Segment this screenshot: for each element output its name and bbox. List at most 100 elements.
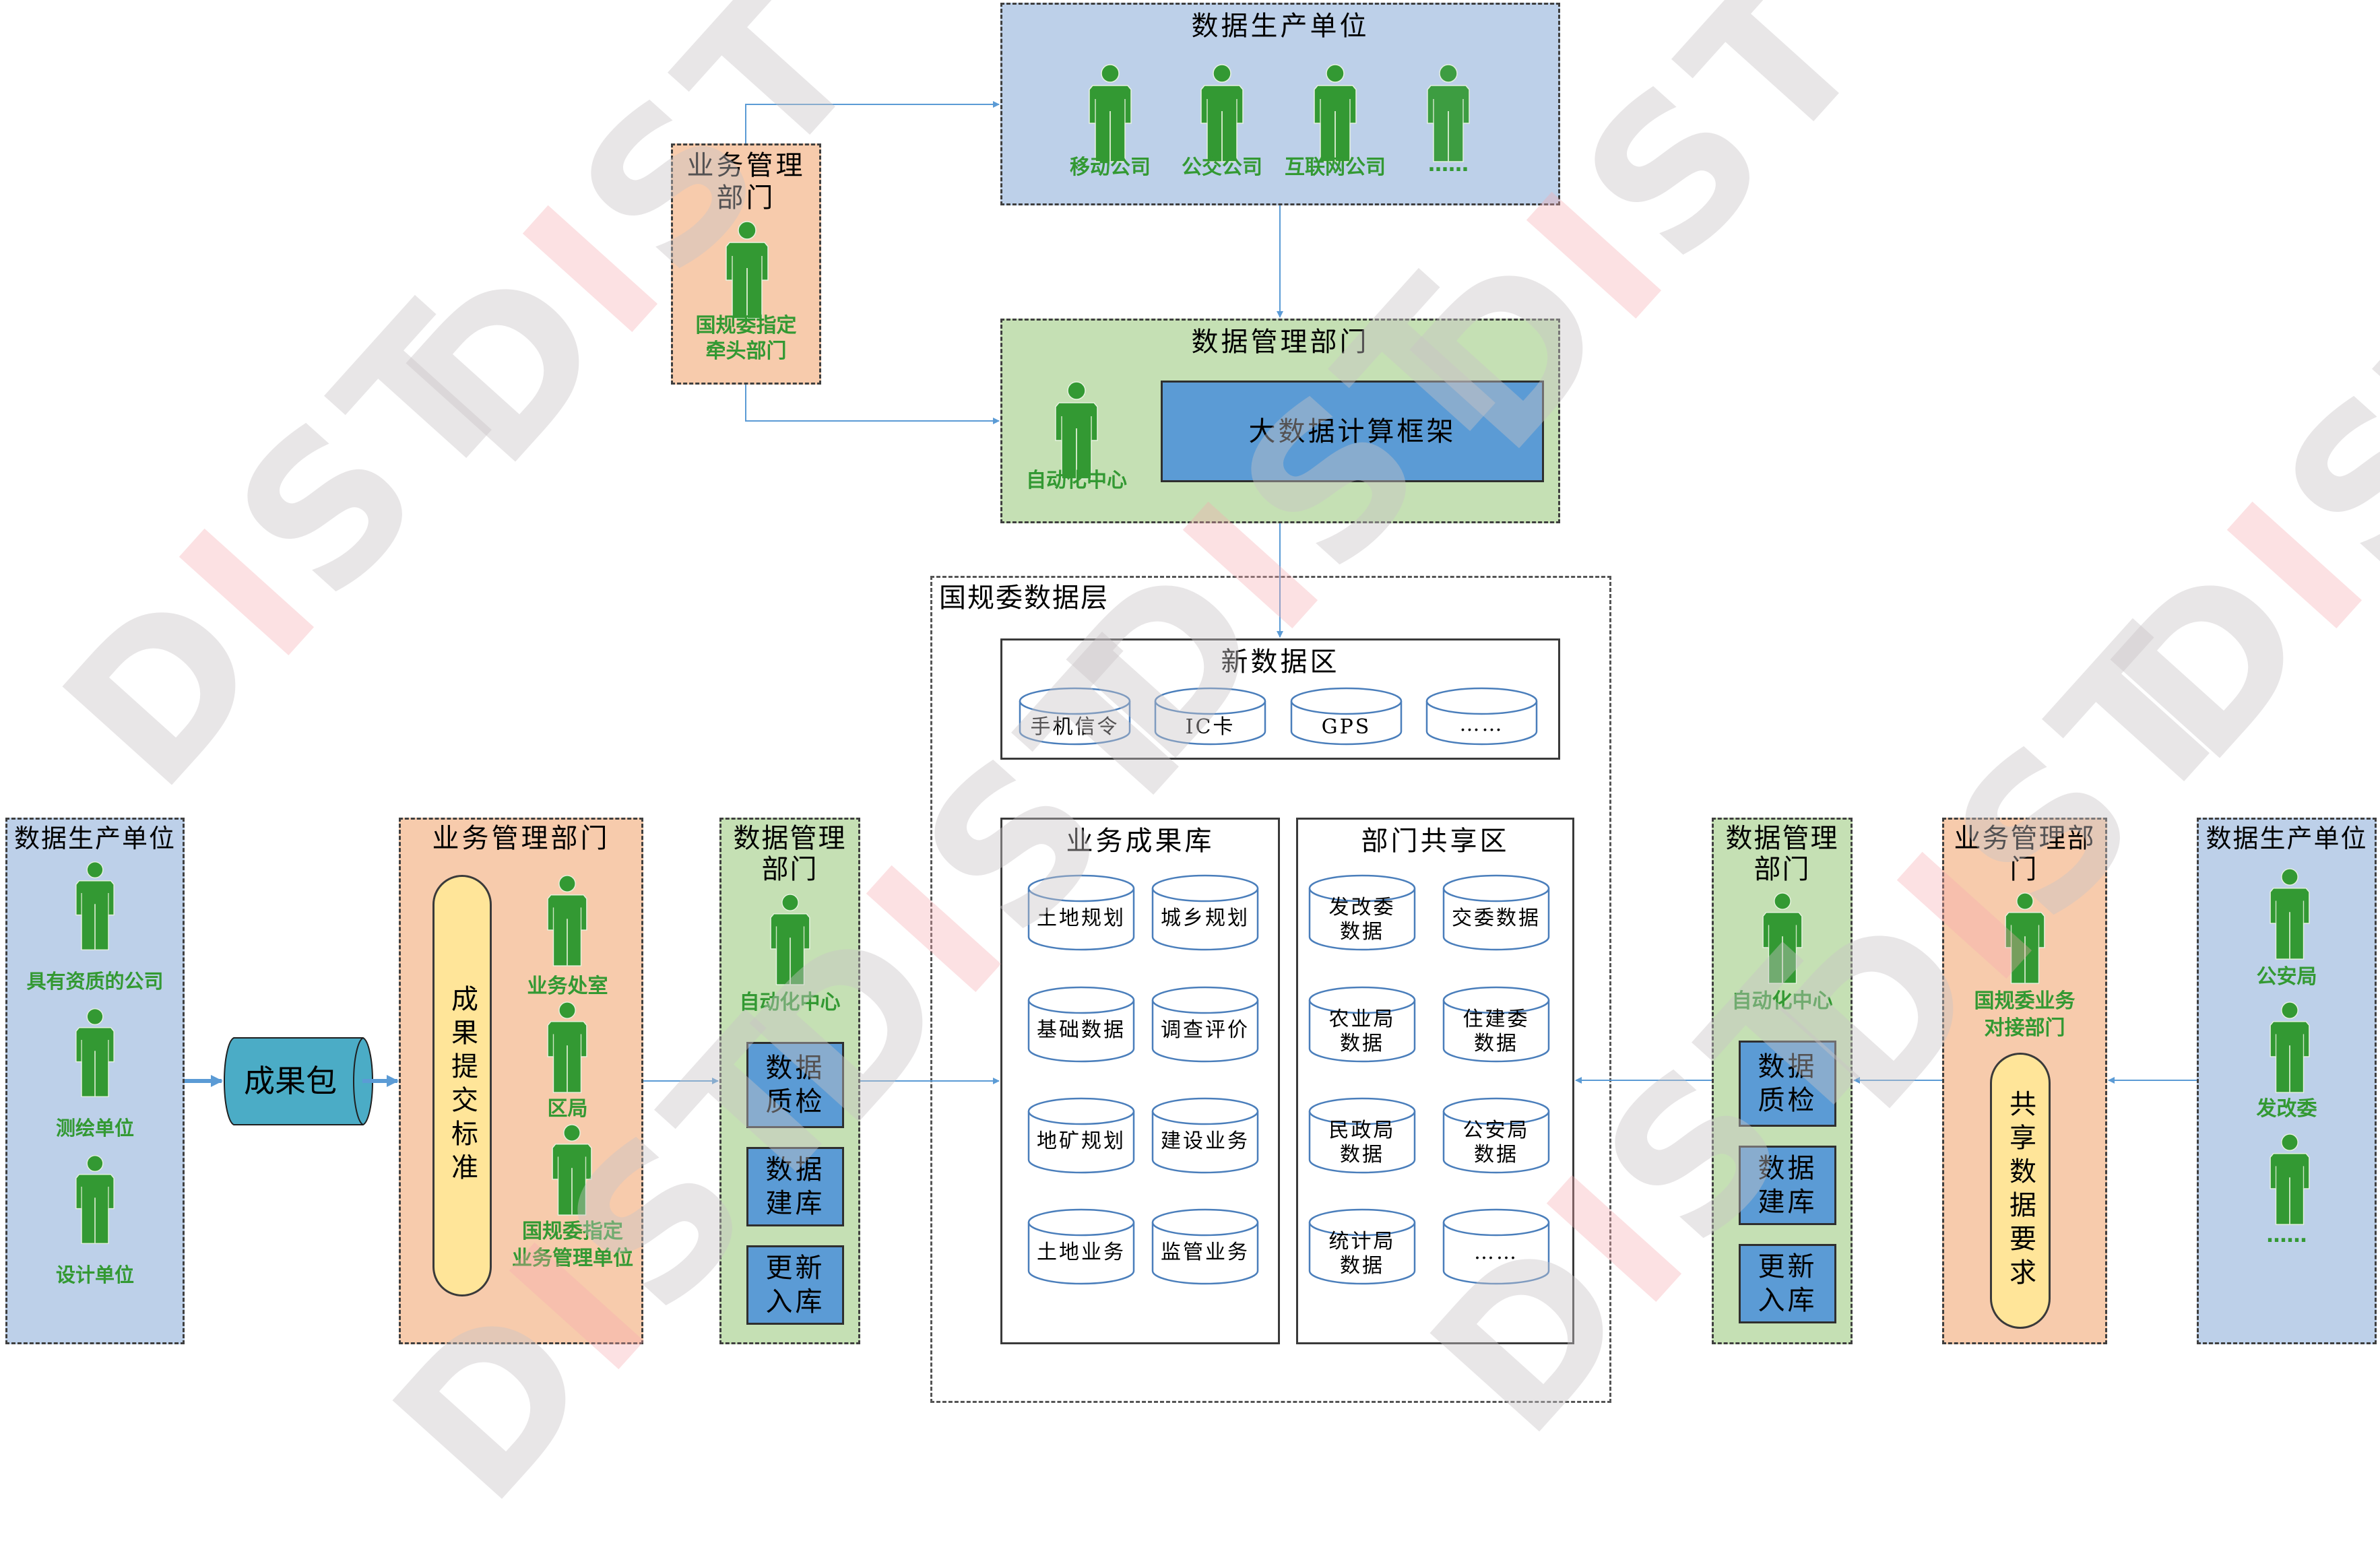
business-person-label-line1: 国规委指定: [522, 1220, 623, 1243]
step-label-line2: 入库: [1758, 1285, 1818, 1316]
top-producer-group: 数据生产单位 移动公司 公交公司 互联网公司 ……: [1000, 3, 1560, 205]
db-cylinder: 调查评价: [1151, 986, 1259, 1063]
person-icon: [1200, 64, 1244, 162]
top-business-group: 业务管理 部门 国规委指定 牵头部门: [671, 143, 821, 385]
lead-dept-label-line1: 国规委指定: [695, 314, 797, 337]
step-label-line1: 数据: [765, 1154, 825, 1185]
db-label-line2: 数据: [1474, 1143, 1518, 1166]
producer-label: ……: [1428, 153, 1469, 176]
db-label-line1: 基础数据: [1037, 1018, 1126, 1042]
business-person-label-line2: 业务管理单位: [512, 1247, 633, 1270]
db-label-line2: 数据: [1340, 920, 1384, 944]
db-label-line1: 发改委: [1328, 896, 1396, 919]
liaison-dept-label-line2: 对接部门: [1984, 1016, 2065, 1040]
left-data-mgmt-title-line1: 数据管理: [733, 823, 847, 854]
middle-data-mgmt-title: 数据管理部门: [1191, 327, 1370, 358]
step-label-line1: 数据: [1758, 1051, 1818, 1082]
step-label-line1: 更新: [1758, 1251, 1818, 1282]
results-package: 成果包: [223, 1037, 374, 1125]
db-cylinder: ……: [1442, 1208, 1550, 1285]
automation-center-label: 自动化中心: [739, 991, 841, 1014]
watermark: DIST: [2068, 235, 2380, 804]
db-label-line1: 土地业务: [1037, 1241, 1126, 1264]
db-cylinder: 发改委 数据: [1308, 874, 1416, 951]
step-label-line2: 建库: [1758, 1187, 1818, 1218]
new-data-zone-title: 新数据区: [1221, 647, 1340, 678]
submission-standard-pill: 成果提交标准: [432, 875, 492, 1296]
database-build-step: 数据 建库: [1739, 1146, 1836, 1225]
person-icon: [769, 894, 812, 985]
db-label: ……: [1459, 713, 1504, 736]
step-label-line1: 数据: [765, 1053, 825, 1084]
step-label-line2: 质检: [1758, 1085, 1818, 1116]
results-library-title: 业务成果库: [1066, 826, 1215, 857]
db-label-line1: 交委数据: [1452, 907, 1541, 930]
db-label-line1: 地矿规划: [1037, 1129, 1126, 1153]
automation-center-label: 自动化中心: [1731, 989, 1833, 1013]
database-build-step: 数据 建库: [746, 1147, 844, 1226]
right-producer-title: 数据生产单位: [2206, 824, 2368, 853]
step-label-line2: 入库: [765, 1286, 825, 1317]
watermark: DIST: [364, 0, 909, 508]
results-library: 业务成果库 土地规划 城乡规划基础数据 调查评价地矿规划 建设业务土地业务 监管业务: [1000, 818, 1280, 1344]
quality-check-step: 数据 质检: [746, 1042, 844, 1128]
person-icon: [2268, 868, 2311, 960]
db-label-line1: 统计局: [1328, 1230, 1396, 1253]
producer-label: 设计单位: [55, 1263, 134, 1286]
middle-data-mgmt-group: 数据管理部门 自动化中心 大数据计算框架: [1000, 319, 1560, 523]
sharing-requirement-pill: 共享数据要求: [1990, 1053, 2051, 1329]
producer-label: 公安局: [2256, 965, 2317, 989]
db-label-line2: 数据: [1474, 1032, 1518, 1055]
db-cylinder: 监管业务: [1151, 1208, 1259, 1285]
db-cylinder: 住建委 数据: [1442, 986, 1550, 1063]
person-icon: [726, 221, 769, 319]
step-label-line1: 更新: [765, 1253, 825, 1284]
db-label: IC卡: [1185, 715, 1235, 739]
db-label-line1: 调查评价: [1161, 1018, 1250, 1042]
db-cylinder: 城乡规划: [1151, 874, 1259, 951]
db-cylinder: 地矿规划: [1027, 1097, 1135, 1174]
person-icon: [2268, 1001, 2311, 1093]
lead-dept-label-line2: 牵头部门: [705, 339, 787, 363]
db-cylinder: 土地业务: [1027, 1208, 1135, 1285]
db-label-line1: ……: [1474, 1241, 1518, 1264]
person-icon: [2268, 1133, 2311, 1225]
producer-label: 公交公司: [1182, 156, 1262, 179]
db-label-line1: 民政局: [1328, 1119, 1396, 1142]
update-store-step: 更新 入库: [746, 1245, 844, 1325]
person-icon: [1089, 64, 1132, 162]
person-icon: [75, 1007, 115, 1098]
person-icon: [1761, 892, 1804, 984]
sharing-requirement-label: 共享数据要求: [2005, 1090, 2036, 1292]
big-data-framework-label: 大数据计算框架: [1248, 416, 1456, 447]
left-business-group: 业务管理部门 成果提交标准 业务处室 区局 国规委指定 业务管理单位: [399, 818, 643, 1344]
person-icon: [1055, 381, 1098, 480]
left-business-title: 业务管理部门: [432, 823, 610, 854]
person-icon: [1427, 64, 1470, 162]
liaison-dept-label-line1: 国规委业务: [1974, 989, 2076, 1013]
db-label-line1: 公安局: [1462, 1119, 1530, 1142]
producer-label: 互联网公司: [1285, 156, 1386, 179]
right-business-title-line1: 业务管理部: [1954, 823, 2096, 854]
db-label-line2: 数据: [1340, 1143, 1384, 1166]
business-person-label: 区局: [547, 1097, 588, 1121]
db-label-line1: 监管业务: [1161, 1241, 1250, 1264]
submission-standard-label: 成果提交标准: [447, 985, 478, 1187]
new-data-zone: 新数据区 手机信令 IC卡 GPS ……: [1000, 638, 1560, 760]
person-icon: [2003, 892, 2047, 984]
business-person-label: 业务处室: [527, 975, 608, 998]
producer-label: ……: [2266, 1224, 2307, 1247]
db-cylinder: 建设业务: [1151, 1097, 1259, 1174]
right-data-mgmt-title-line1: 数据管理: [1725, 823, 1839, 854]
db-cylinder: GPS: [1290, 687, 1403, 746]
big-data-framework-box: 大数据计算框架: [1161, 381, 1544, 482]
producer-label: 测绘单位: [55, 1117, 134, 1140]
top-business-title-line1: 业务管理: [686, 150, 806, 181]
top-business-title-line2: 部门: [716, 183, 776, 213]
db-label-line2: 数据: [1340, 1254, 1384, 1278]
db-cylinder: 土地规划: [1027, 874, 1135, 951]
person-icon: [546, 875, 589, 966]
db-label: GPS: [1321, 715, 1372, 739]
db-cylinder: 公安局 数据: [1442, 1097, 1550, 1174]
step-label-line2: 质检: [765, 1086, 825, 1117]
